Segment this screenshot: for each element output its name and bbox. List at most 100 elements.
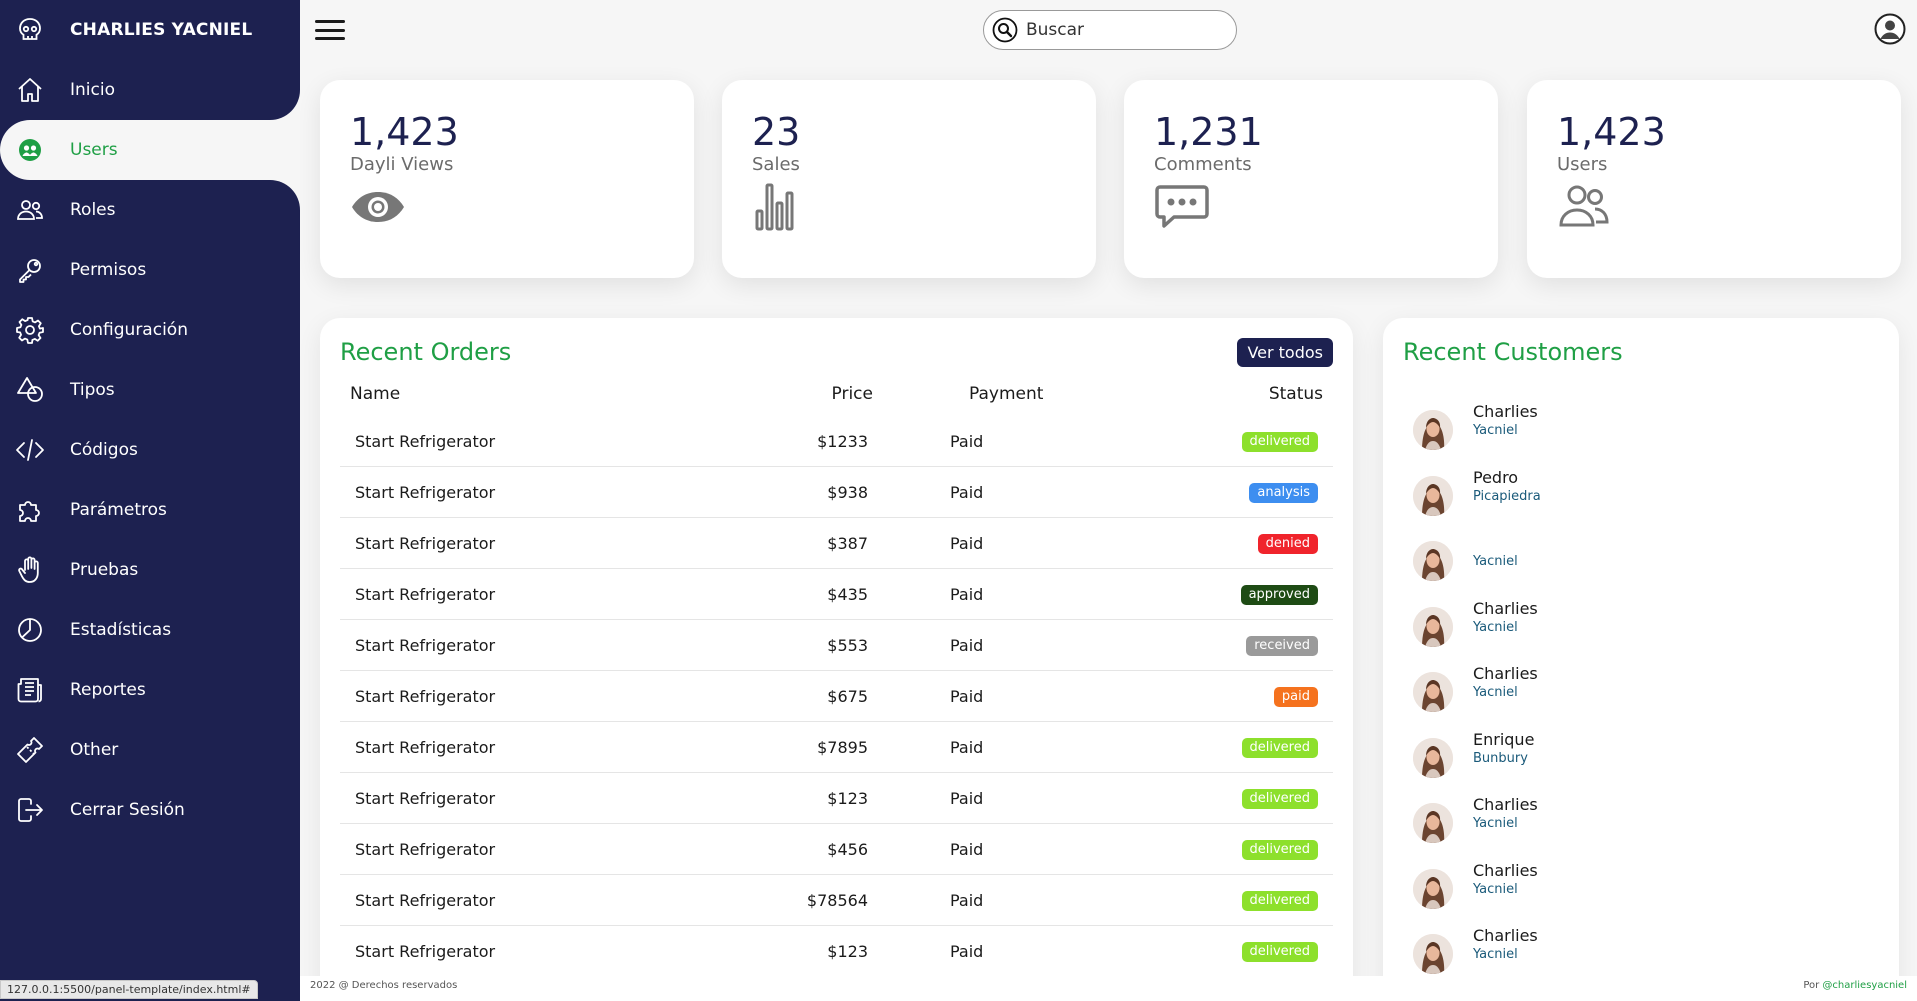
sidebar-item-roles[interactable]: Roles xyxy=(0,180,300,240)
table-row[interactable]: Start Refrigerator $123 Paid delivered xyxy=(340,773,1333,824)
order-name: Start Refrigerator xyxy=(355,483,496,502)
people-icon xyxy=(1557,181,1613,233)
header-status: Status xyxy=(1268,384,1323,404)
status-badge: delivered xyxy=(1241,840,1318,860)
recent-orders-title: Recent Orders xyxy=(340,338,512,366)
stat-card-views[interactable]: 1,423 Dayli Views xyxy=(320,80,694,278)
sidebar-item-label: Roles xyxy=(70,200,116,220)
status-badge: analysis xyxy=(1249,483,1318,503)
status-badge: paid xyxy=(1273,687,1318,707)
sidebar-item-permisos[interactable]: Permisos xyxy=(0,240,300,300)
customer-last-name: Yacniel xyxy=(1473,881,1518,897)
table-row[interactable]: Start Refrigerator $456 Paid delivered xyxy=(340,824,1333,875)
avatar xyxy=(1413,475,1453,516)
home-icon xyxy=(0,60,60,120)
footer-copyright: 2022 @ Derechos reservados xyxy=(310,980,458,991)
avatar xyxy=(1413,803,1453,843)
table-row[interactable]: Start Refrigerator $553 Paid received xyxy=(340,620,1333,671)
order-status: received xyxy=(1246,634,1318,656)
table-row[interactable]: Start Refrigerator $78564 Paid delivered xyxy=(340,875,1333,926)
sidebar-item-users[interactable]: Users xyxy=(0,120,300,180)
browser-status-url: 127.0.0.1:5500/panel-template/index.html… xyxy=(0,980,258,999)
view-all-button[interactable]: Ver todos xyxy=(1237,338,1333,367)
user-avatar-button[interactable] xyxy=(1874,13,1906,45)
customer-last-name: Bunbury xyxy=(1473,750,1528,766)
header-payment: Payment xyxy=(969,384,1044,404)
avatar xyxy=(1413,606,1453,647)
menu-icon-line xyxy=(315,28,345,32)
brand-label: CHARLIES YACNIEL xyxy=(70,20,253,40)
ticket-icon xyxy=(0,720,60,780)
customer-last-name: Yacniel xyxy=(1473,947,1518,962)
sidebar-item-label: Parámetros xyxy=(70,500,167,520)
customer-item[interactable]: Yacniel xyxy=(1413,533,1713,593)
order-name: Start Refrigerator xyxy=(355,687,496,706)
customer-first-name: Charlies xyxy=(1473,860,1538,880)
order-price: $78564 xyxy=(806,891,868,910)
table-row[interactable]: Start Refrigerator $387 Paid denied xyxy=(340,518,1333,569)
order-payment: Paid xyxy=(950,534,984,553)
customer-item[interactable]: Charlies Yacniel xyxy=(1413,402,1713,462)
customer-item[interactable]: Enrique Bunbury xyxy=(1413,730,1713,790)
status-badge: delivered xyxy=(1241,432,1318,452)
sidebar-item-other[interactable]: Other xyxy=(0,720,300,780)
order-status: delivered xyxy=(1241,736,1318,758)
table-row[interactable]: Start Refrigerator $938 Paid analysis xyxy=(340,467,1333,518)
sidebar-item-codigos[interactable]: Códigos xyxy=(0,420,300,480)
sidebar-item-label: Códigos xyxy=(70,440,138,460)
search-input[interactable] xyxy=(1026,20,1216,40)
sidebar-item-tipos[interactable]: Tipos xyxy=(0,360,300,420)
customer-first-name: Charlies xyxy=(1473,598,1538,618)
sidebar-brand[interactable]: CHARLIES YACNIEL xyxy=(0,0,300,60)
menu-toggle-button[interactable] xyxy=(314,16,346,44)
table-row[interactable]: Start Refrigerator $435 Paid approved xyxy=(340,569,1333,620)
sidebar-item-label: Inicio xyxy=(70,80,115,100)
key-icon xyxy=(0,240,60,300)
avatar xyxy=(1413,541,1453,581)
avatar xyxy=(1413,934,1453,974)
customer-first-name: Enrique xyxy=(1473,729,1535,749)
customer-item[interactable]: Charlies Yacniel xyxy=(1413,599,1713,659)
code-icon xyxy=(0,420,60,480)
stat-card-sales[interactable]: 23 Sales xyxy=(722,80,1096,278)
sidebar-item-parametros[interactable]: Parámetros xyxy=(0,480,300,540)
sidebar-item-label: Tipos xyxy=(70,380,115,400)
order-name: Start Refrigerator xyxy=(355,840,496,859)
order-price: $123 xyxy=(827,942,868,961)
recent-customers-panel: Recent Customers Charlies Yacniel Pedro Pic… xyxy=(1383,318,1899,1001)
status-badge: delivered xyxy=(1241,738,1318,758)
stat-label: Dayli Views xyxy=(350,154,454,175)
table-row[interactable]: Start Refrigerator $123 Paid delivered xyxy=(340,926,1333,977)
stat-card-users[interactable]: 1,423 Users xyxy=(1527,80,1901,278)
table-row[interactable]: Start Refrigerator $7895 Paid delivered xyxy=(340,722,1333,773)
sidebar-item-cerrar-sesion[interactable]: Cerrar Sesión xyxy=(0,780,300,840)
sidebar-item-label: Permisos xyxy=(70,260,147,280)
search-icon[interactable] xyxy=(992,17,1018,43)
sidebar-item-estadisticas[interactable]: Estadísticas xyxy=(0,600,300,660)
order-payment: Paid xyxy=(950,585,984,604)
sidebar-item-inicio[interactable]: Inicio xyxy=(0,60,300,120)
order-payment: Paid xyxy=(950,432,984,451)
table-row[interactable]: Start Refrigerator $1233 Paid delivered xyxy=(340,416,1333,467)
sidebar-item-pruebas[interactable]: Pruebas xyxy=(0,540,300,600)
footer-handle-link[interactable]: @charliesyacniel xyxy=(1822,980,1907,991)
order-price: $123 xyxy=(827,789,868,808)
customer-last-name: Yacniel xyxy=(1473,816,1518,831)
customer-item[interactable]: Charlies Yacniel xyxy=(1413,795,1713,855)
stat-card-comments[interactable]: 1,231 Comments xyxy=(1124,80,1498,278)
order-status: approved xyxy=(1240,583,1318,605)
sidebar-item-reportes[interactable]: Reportes xyxy=(0,660,300,720)
footer: 2022 @ Derechos reservados Por @charlies… xyxy=(300,976,1917,1001)
order-status: delivered xyxy=(1241,889,1318,911)
customer-item[interactable]: Pedro Picapiedra xyxy=(1413,468,1713,528)
customer-item[interactable]: Charlies Yacniel xyxy=(1413,861,1713,921)
stat-value: 1,423 xyxy=(1557,110,1666,154)
order-name: Start Refrigerator xyxy=(355,432,496,451)
table-row[interactable]: Start Refrigerator $675 Paid paid xyxy=(340,671,1333,722)
sidebar-item-configuracion[interactable]: Configuración xyxy=(0,300,300,360)
customer-item[interactable]: Charlies Yacniel xyxy=(1413,664,1713,724)
stat-value: 1,423 xyxy=(350,110,459,154)
customer-last-name: Yacniel xyxy=(1473,619,1518,635)
sidebar-item-label: Pruebas xyxy=(70,560,139,580)
order-price: $553 xyxy=(827,636,868,655)
